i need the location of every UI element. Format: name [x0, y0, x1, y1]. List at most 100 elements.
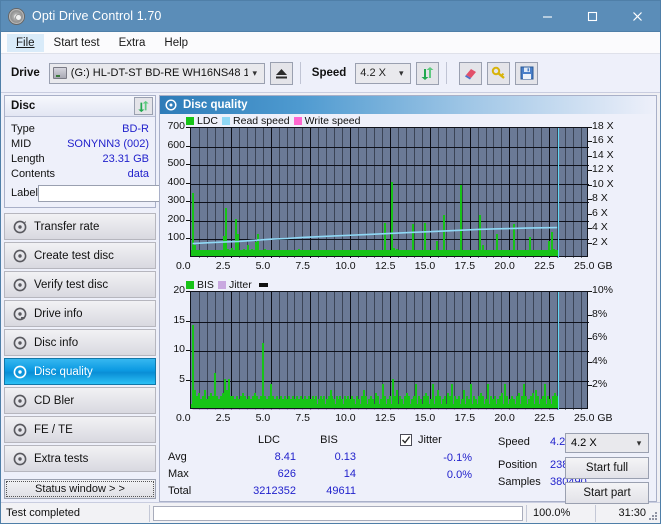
sidebar-item-transfer-rate[interactable]: Transfer rate	[4, 213, 156, 240]
y2-axis-tick-label: 12 X	[592, 163, 614, 176]
sidebar-item-drive-info[interactable]: Drive info	[4, 300, 156, 327]
y-axis-tick-label: 700	[167, 120, 185, 132]
legend-label: LDC	[197, 114, 219, 127]
y-axis-tick-label: 500	[167, 157, 185, 170]
disc-row-type: Type BD-R	[11, 121, 149, 136]
sidebar-item-label: Disc info	[34, 336, 79, 349]
status-window-button[interactable]: Status window > >	[4, 479, 156, 499]
disc-row-contents: Contents data	[11, 166, 149, 181]
menu-help-label: Help	[164, 36, 189, 49]
disc-contents-value: data	[127, 167, 149, 180]
save-button[interactable]	[515, 61, 539, 85]
y-axis-tick	[186, 320, 190, 322]
disc-bler-icon	[12, 393, 27, 408]
resize-grip[interactable]	[647, 510, 658, 521]
x-axis-tick-label: 20.0	[494, 260, 515, 272]
y2-axis-tick	[588, 199, 592, 201]
disc-verify-icon	[12, 277, 27, 292]
bottom-plot-wrap[interactable]: 5 10 15 20 2% 4% 6% 8% 10% 0.0 2.5 5.0 7.5 10.0 12.5 15…	[160, 278, 656, 428]
sidebar-item-label: Create test disc	[34, 249, 114, 262]
x-axis-tick-label: 10.0	[335, 412, 356, 424]
sidebar-item-create-test-disc[interactable]: Create test disc	[4, 242, 156, 269]
disc-quality-icon	[12, 364, 27, 379]
y-axis-tick	[186, 291, 190, 292]
legend-swatch	[222, 116, 231, 125]
start-part-button[interactable]: Start part	[565, 482, 649, 504]
y2-axis-tick	[588, 338, 592, 340]
disc-mid-value: SONYNN3 (002)	[67, 137, 149, 150]
speed-select[interactable]: 4.2 X ▾	[355, 62, 412, 84]
erase-button[interactable]	[459, 61, 483, 85]
position-label: Position	[498, 459, 538, 471]
x-axis-tick-label: 5.0	[255, 260, 271, 272]
sidebar-item-disc-quality[interactable]: Disc quality	[4, 358, 156, 385]
sidebar-item-label: Verify test disc	[34, 278, 109, 291]
disc-refresh-button[interactable]	[134, 97, 153, 115]
start-full-button[interactable]: Start full	[565, 457, 649, 479]
sidebar-item-verify-test-disc[interactable]: Verify test disc	[4, 271, 156, 298]
refresh-button[interactable]	[416, 61, 440, 85]
stats-bis-avg: 0.13	[334, 451, 356, 463]
sidebar-item-extra-tests[interactable]: Extra tests	[4, 445, 156, 472]
disc-type-key: Type	[11, 122, 35, 135]
y-axis-tick-label: 100	[167, 231, 185, 244]
y2-axis-tick	[588, 213, 592, 215]
stats-ldc-total: 3212352	[253, 485, 296, 497]
y2-axis-tick	[588, 385, 592, 387]
x-axis-tick-label: 25.0 GB	[574, 260, 613, 272]
sidebar-item-label: FE / TE	[34, 423, 73, 436]
y2-axis-tick	[588, 141, 592, 143]
legend-ldc: LDC	[186, 115, 218, 127]
legend-label: BIS	[197, 278, 214, 291]
sidebar-item-fe-te[interactable]: FE / TE	[4, 416, 156, 443]
x-axis-tick-label: 7.5	[295, 260, 310, 272]
stats-header-ldc: LDC	[257, 434, 280, 446]
y-axis-tick	[186, 219, 190, 221]
status-bar: Test completed 100.0% 31:30	[1, 502, 660, 523]
y2-axis-tick	[588, 314, 592, 316]
stats-bis-total: 49611	[326, 485, 356, 497]
menu-extra[interactable]: Extra	[110, 34, 155, 52]
menu-help[interactable]: Help	[155, 34, 197, 52]
close-button[interactable]	[615, 1, 660, 32]
samples-label: Samples	[498, 476, 541, 488]
legend-bis: BIS	[186, 279, 214, 291]
y-axis-tick	[186, 350, 190, 351]
menu-file-label: File	[16, 36, 35, 49]
y-axis-tick	[186, 238, 190, 240]
jitter-checkbox[interactable]	[400, 434, 412, 446]
y2-axis-tick-label: 8 X	[592, 192, 608, 205]
top-plot-wrap[interactable]: 100 200 300 400 500 600 700 2 X4 X 6 X8 X 10 X 12 …	[160, 114, 656, 278]
line-series	[192, 409, 558, 410]
disc-info-rows: Type BD-R MID SONYNN3 (002) Length 23.31…	[5, 117, 240, 207]
menu-start-test[interactable]: Start test	[45, 34, 109, 52]
y2-axis-tick	[588, 170, 592, 172]
drive-select[interactable]: (G:) HL-DT-ST BD-RE WH16NS48 1.D3 ▾	[48, 62, 265, 84]
disc-length-value: 23.31 GB	[102, 152, 149, 165]
legend-swatch	[293, 116, 302, 125]
x-axis-tick-label: 2.5	[215, 260, 231, 272]
legend-label: Write speed	[304, 114, 361, 127]
minimize-button[interactable]	[525, 1, 570, 32]
key-button[interactable]	[487, 61, 511, 85]
menu-file[interactable]: File	[7, 33, 44, 52]
maximize-button[interactable]	[570, 1, 615, 32]
test-speed-select[interactable]: 4.2 X ▾	[565, 433, 649, 453]
jitter-avg-value: -0.1%	[443, 452, 472, 464]
y2-axis-tick-label: 8%	[592, 307, 608, 320]
eject-button[interactable]	[269, 61, 293, 85]
jitter-label: Jitter	[418, 434, 442, 446]
x-axis-tick-label: 10.0	[335, 260, 356, 272]
sidebar-item-cd-bler[interactable]: CD Bler	[4, 387, 156, 414]
x-axis-tick-label: 17.5	[454, 260, 476, 272]
content-header: Disc quality	[160, 96, 656, 114]
jitter-max-value: 0.0%	[446, 469, 472, 481]
x-axis-tick-label: 12.5	[375, 412, 396, 424]
y-axis-tick-label: 20	[173, 284, 185, 296]
disc-label-key: Label	[11, 187, 38, 199]
status-divider	[149, 504, 150, 522]
y2-axis-tick-label: 6 X	[592, 206, 608, 219]
bottom-chart-legend: BIS Jitter	[186, 278, 268, 291]
sidebar-item-disc-info[interactable]: Disc info	[4, 329, 156, 356]
